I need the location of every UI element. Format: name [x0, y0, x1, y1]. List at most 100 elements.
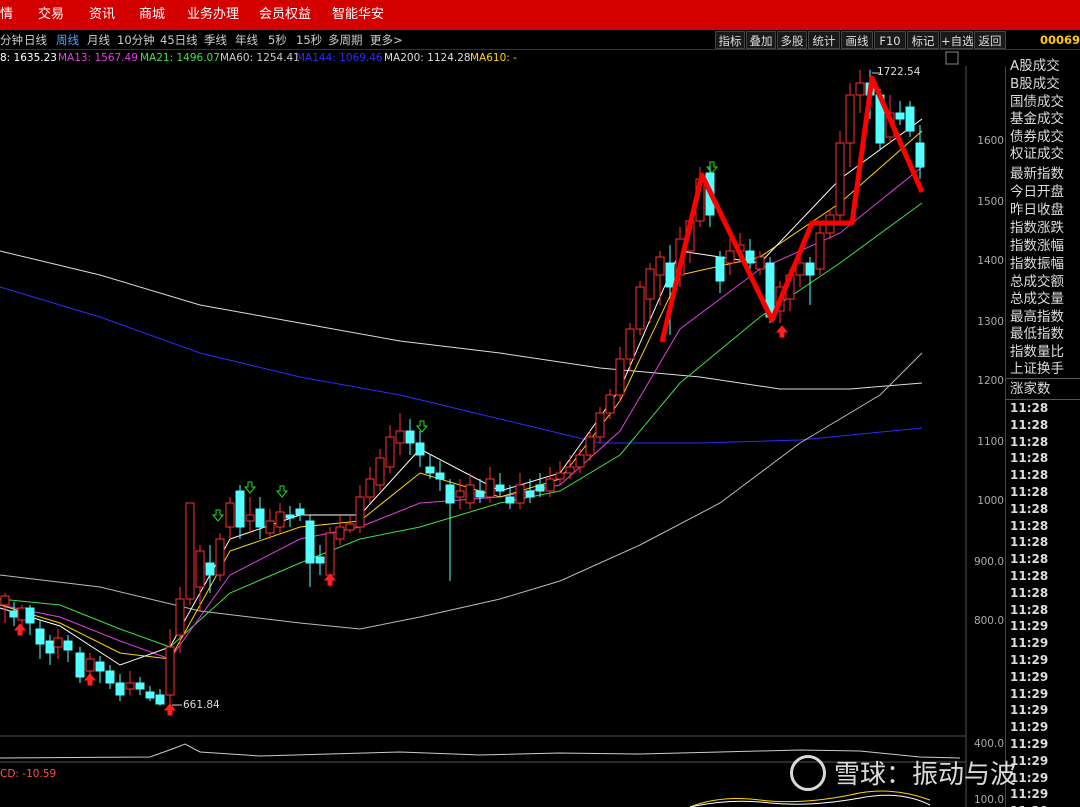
panel-divider	[1006, 378, 1080, 379]
panel-index-change: 指数涨跌	[1010, 220, 1064, 236]
candle-body	[25, 607, 35, 624]
low-price-label: 661.84	[183, 699, 220, 711]
tick-time: 11:28	[1010, 518, 1049, 533]
candle-body	[445, 484, 455, 504]
candle-body	[535, 484, 545, 492]
candle-body	[585, 436, 595, 456]
buy-arrow-icon	[83, 673, 97, 686]
tick-time: 11:28	[1010, 602, 1049, 617]
sell-arrow-icon	[243, 481, 257, 494]
tick-time: 11:28	[1010, 535, 1049, 550]
candle-body	[0, 595, 10, 606]
candle-body	[575, 454, 585, 468]
candle-body	[145, 691, 155, 699]
tick-time: 11:29	[1010, 803, 1048, 807]
candle-body	[275, 511, 285, 528]
legend-toggle-icon[interactable]	[945, 51, 959, 65]
candle-body	[345, 523, 355, 531]
candle-body	[525, 490, 535, 498]
tick-time: 11:29	[1010, 669, 1049, 684]
candle-body	[815, 232, 825, 270]
candle-body	[545, 478, 555, 492]
sell-arrow-icon	[415, 420, 429, 433]
tick-time: 11:28	[1010, 468, 1049, 483]
price-tick-1500: 1500	[977, 196, 1004, 208]
candlestick-chart[interactable]	[0, 0, 1080, 807]
candle-body	[375, 457, 385, 486]
price-tick-1300: 1300	[977, 316, 1004, 328]
candle-body	[75, 652, 85, 678]
panel-volume-ratio: 指数量比	[1010, 344, 1064, 360]
candle-body	[325, 532, 335, 576]
tick-time: 11:28	[1010, 451, 1049, 466]
candle-body	[315, 556, 325, 564]
moving-average-lines	[0, 118, 923, 666]
candle-body	[905, 106, 915, 132]
candle-body	[805, 262, 815, 276]
tick-time: 11:29	[1010, 636, 1049, 651]
macd-curve-yellow	[689, 790, 931, 807]
candle-body	[165, 646, 175, 696]
quote-info-panel: A股成交 B股成交 国债成交 基金成交 债券成交 权证成交 最新指数 今日开盘 …	[1005, 58, 1080, 807]
candle-body	[85, 658, 95, 672]
candle-body	[725, 250, 735, 264]
panel-total-turnover: 总成交额	[1010, 274, 1064, 290]
candle-body	[605, 394, 615, 414]
candle-body	[245, 514, 255, 522]
candle-body	[655, 256, 665, 276]
candle-body	[505, 496, 515, 504]
candle-body	[355, 496, 365, 528]
macd-value: CD: -10.59	[0, 768, 57, 780]
tick-time: 11:29	[1010, 686, 1049, 701]
candle-body	[35, 628, 45, 645]
candle-body	[115, 682, 125, 696]
candle-body	[215, 538, 225, 576]
candle-body	[465, 484, 475, 504]
candle-body	[95, 661, 105, 672]
tick-time: 11:28	[1010, 485, 1049, 499]
sell-arrow-icon	[275, 485, 289, 498]
macd-tick-100: 100.0	[973, 794, 1004, 806]
panel-latest-index: 最新指数	[1010, 166, 1064, 182]
candle-body	[125, 682, 135, 690]
tick-time: 11:28	[1010, 501, 1049, 516]
candle-body	[255, 508, 265, 528]
candle-body	[565, 466, 575, 474]
candle-body	[555, 472, 565, 480]
panel-a-share-volume: A股成交	[1010, 58, 1060, 74]
tick-time: 11:28	[1010, 417, 1049, 432]
tick-time: 11:29	[1010, 720, 1049, 735]
sell-arrow-icon	[211, 509, 225, 522]
candle-body	[335, 526, 345, 540]
candle-body	[195, 550, 205, 588]
panel-fund-volume: 基金成交	[1010, 111, 1064, 127]
candle-body	[17, 607, 27, 621]
price-tick-1400: 1400	[977, 255, 1004, 267]
watermark-text: 雪球：振动与波	[834, 760, 1017, 790]
ma8-line	[0, 130, 923, 660]
tick-time: 11:28	[1010, 585, 1049, 600]
candle-body	[295, 508, 305, 516]
buy-arrow-icon	[163, 703, 177, 716]
candle-body	[63, 640, 73, 651]
tick-time: 11:28	[1010, 401, 1049, 415]
candle-body	[305, 520, 315, 564]
panel-advancers: 涨家数	[1010, 381, 1051, 397]
candle-body	[105, 670, 115, 684]
candle-body	[225, 502, 235, 528]
candle-body	[845, 94, 855, 144]
candle-body	[53, 637, 63, 648]
buy-arrow-icon	[323, 573, 337, 586]
candle-body	[135, 682, 145, 690]
candle-body	[425, 466, 435, 474]
candle-body	[635, 286, 645, 330]
panel-lowest-index: 最低指数	[1010, 326, 1064, 342]
candle-body	[755, 256, 765, 270]
high-price-label: 1722.54	[877, 66, 921, 78]
panel-warrant-volume: 权证成交	[1010, 146, 1064, 162]
candle-body	[515, 484, 525, 504]
candle-body	[395, 430, 405, 444]
panel-index-amplitude: 指数振幅	[1010, 256, 1064, 272]
tick-time: 11:29	[1010, 737, 1049, 751]
tick-time: 11:29	[1010, 619, 1049, 634]
